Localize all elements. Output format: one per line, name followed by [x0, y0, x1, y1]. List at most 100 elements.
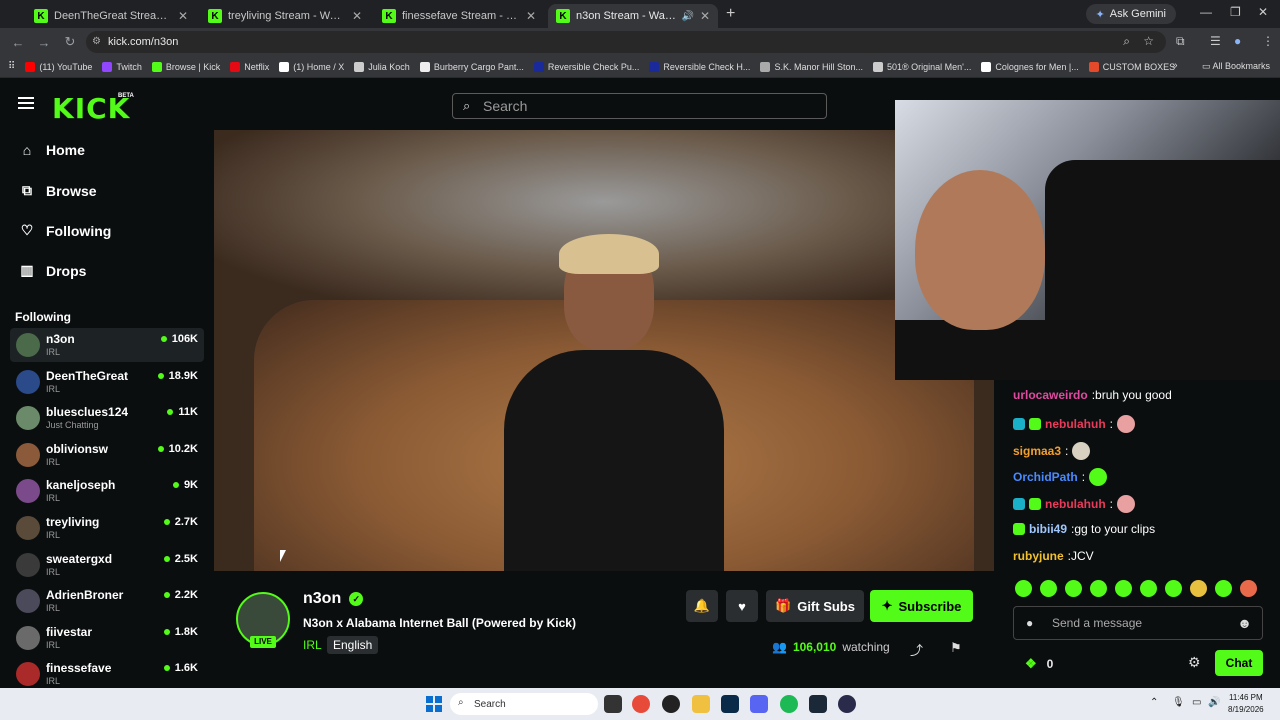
chat-input[interactable]: ● Send a message ☻: [1013, 606, 1263, 640]
ask-gemini-button[interactable]: ✦ Ask Gemini: [1085, 4, 1176, 24]
emote-icon[interactable]: [1190, 580, 1207, 597]
app-icon[interactable]: [838, 695, 856, 713]
emote-icon[interactable]: [1065, 580, 1082, 597]
zoom-icon[interactable]: ⌕: [1123, 34, 1130, 49]
display-icon[interactable]: ▭: [1192, 697, 1201, 708]
chat-username[interactable]: rubyjune: [1013, 549, 1064, 563]
taskbar-clock[interactable]: 11:46 PM 8/19/2026: [1228, 692, 1264, 716]
nav-following[interactable]: ♡ Following: [18, 222, 112, 239]
bookmark-item[interactable]: 501® Original Men'...: [872, 61, 971, 72]
close-tab-icon[interactable]: ✕: [526, 9, 536, 23]
back-icon[interactable]: ←: [6, 35, 30, 50]
follow-button[interactable]: ♥: [726, 590, 758, 622]
emoji-icon[interactable]: ☻: [1237, 615, 1252, 631]
sidebar-channel-n3on[interactable]: n3on IRL 106K: [10, 328, 204, 362]
bookmark-item[interactable]: Burberry Cargo Pant...: [419, 61, 524, 72]
close-tab-icon[interactable]: ✕: [178, 9, 188, 23]
file-explorer-icon[interactable]: [692, 695, 710, 713]
search-input[interactable]: ⌕ Search: [452, 93, 827, 119]
sidebar-channel-sweatergxd[interactable]: sweatergxd IRL 2.5K: [10, 548, 204, 582]
chat-username[interactable]: sigmaa3: [1013, 444, 1061, 458]
speaker-icon[interactable]: 🔊: [681, 11, 693, 22]
sidebar-channel-deenthegreat[interactable]: DeenTheGreat IRL 18.9K: [10, 365, 204, 399]
tray-chevron-icon[interactable]: ⌃: [1150, 697, 1158, 708]
emote-icon[interactable]: [1040, 580, 1057, 597]
emote-icon[interactable]: [1090, 580, 1107, 597]
emote-icon[interactable]: [1115, 580, 1132, 597]
minimize-icon[interactable]: —: [1200, 5, 1212, 19]
spotify-icon[interactable]: [780, 695, 798, 713]
apps-grid-icon[interactable]: ⠿: [8, 61, 15, 72]
stream-category[interactable]: IRL: [303, 638, 322, 652]
browser-tab[interactable]: K treyliving Stream - Watch Live o ✕: [200, 4, 370, 28]
close-window-icon[interactable]: ✕: [1258, 5, 1268, 19]
chat-send-button[interactable]: Chat: [1215, 650, 1263, 676]
tab-search-icon[interactable]: ☰: [1210, 34, 1221, 48]
sidebar-channel-adrienbroner[interactable]: AdrienBroner IRL 2.2K: [10, 584, 204, 618]
app-icon[interactable]: [662, 695, 680, 713]
nav-drops[interactable]: ▥ Drops: [18, 262, 86, 279]
chat-settings-icon[interactable]: ●: [1026, 616, 1033, 630]
menu-icon[interactable]: ⋮: [1262, 34, 1274, 48]
gear-icon[interactable]: ⚙: [1188, 654, 1201, 671]
sidebar-channel-kaneljoseph[interactable]: kaneljoseph IRL 9K: [10, 474, 204, 508]
task-view-icon[interactable]: [604, 695, 622, 713]
sidebar-channel-finessefave[interactable]: finessefave IRL 1.6K: [10, 657, 204, 691]
chat-username[interactable]: nebulahuh: [1045, 497, 1106, 511]
bookmark-item[interactable]: Reversible Check Pu...: [533, 61, 639, 72]
share-icon[interactable]: ⤴: [910, 640, 923, 659]
maximize-icon[interactable]: ❐: [1230, 5, 1241, 19]
report-icon[interactable]: ⚑: [950, 640, 962, 656]
emote-icon[interactable]: [1015, 580, 1032, 597]
language-tag[interactable]: English: [327, 636, 379, 654]
browser-tab-active[interactable]: K n3on Stream - Watch Live o 🔊 ✕: [548, 4, 718, 28]
emote-icon[interactable]: [1140, 580, 1157, 597]
extensions-icon[interactable]: ⧉: [1176, 34, 1185, 49]
url-field[interactable]: ⚙ kick.com/n3on ⌕ ☆: [86, 31, 1166, 53]
streamer-name[interactable]: n3on: [303, 590, 341, 608]
bookmark-item[interactable]: Julia Koch: [354, 61, 410, 72]
volume-icon[interactable]: 🔊: [1208, 697, 1220, 708]
subscribe-button[interactable]: ✦ Subscribe: [870, 590, 973, 622]
profile-icon[interactable]: ●: [1234, 34, 1241, 48]
bookmark-star-icon[interactable]: ☆: [1143, 34, 1154, 48]
discord-icon[interactable]: [750, 695, 768, 713]
gift-subs-button[interactable]: 🎁 Gift Subs: [766, 590, 864, 622]
sidebar-channel-treyliving[interactable]: treyliving IRL 2.7K: [10, 511, 204, 545]
bookmark-item[interactable]: Colognes for Men |...: [981, 61, 1079, 72]
bookmark-item[interactable]: Twitch: [102, 61, 142, 72]
chat-username[interactable]: bibii49: [1029, 522, 1067, 536]
emote-icon[interactable]: [1240, 580, 1257, 597]
bookmark-item[interactable]: (11) YouTube: [25, 61, 92, 72]
chevron-right-icon[interactable]: »: [1172, 60, 1178, 71]
emote-icon[interactable]: [1215, 580, 1232, 597]
windows-start-icon[interactable]: [426, 696, 442, 712]
close-tab-icon[interactable]: ✕: [352, 9, 362, 23]
chat-username[interactable]: urlocaweirdo: [1013, 388, 1088, 402]
chat-username[interactable]: nebulahuh: [1045, 417, 1106, 431]
steam-icon[interactable]: [809, 695, 827, 713]
bookmark-item[interactable]: CUSTOM BOXES: [1088, 61, 1175, 72]
new-tab-icon[interactable]: +: [726, 5, 735, 23]
bookmark-item[interactable]: Browse | Kick: [151, 61, 220, 72]
reload-icon[interactable]: ↻: [58, 34, 82, 50]
nav-browse[interactable]: ⧉ Browse: [18, 182, 97, 199]
chat-username[interactable]: OrchidPath: [1013, 470, 1078, 484]
sidebar-channel-bluesclues124[interactable]: bluesclues124 Just Chatting 11K: [10, 401, 204, 435]
video-player[interactable]: [214, 130, 994, 571]
close-tab-icon[interactable]: ✕: [700, 9, 710, 23]
hamburger-menu-icon[interactable]: [18, 97, 34, 109]
all-bookmarks-button[interactable]: ▭ All Bookmarks: [1202, 61, 1270, 72]
taskbar-search[interactable]: ⌕ Search: [450, 693, 598, 715]
chrome-icon[interactable]: [632, 695, 650, 713]
sidebar-channel-oblivionsw[interactable]: oblivionsw IRL 10.2K: [10, 438, 204, 472]
emote-icon[interactable]: [1165, 580, 1182, 597]
bookmark-item[interactable]: (1) Home / X: [279, 61, 344, 72]
microphone-icon[interactable]: 🎙: [1172, 697, 1185, 708]
photoshop-icon[interactable]: [721, 695, 739, 713]
bookmark-item[interactable]: Reversible Check H...: [649, 61, 750, 72]
forward-icon[interactable]: →: [32, 35, 56, 50]
browser-tab[interactable]: K DeenTheGreat Stream - Watch ✕: [26, 4, 196, 28]
bookmark-item[interactable]: Netflix: [230, 61, 269, 72]
bookmark-item[interactable]: S.K. Manor Hill Ston...: [760, 61, 863, 72]
